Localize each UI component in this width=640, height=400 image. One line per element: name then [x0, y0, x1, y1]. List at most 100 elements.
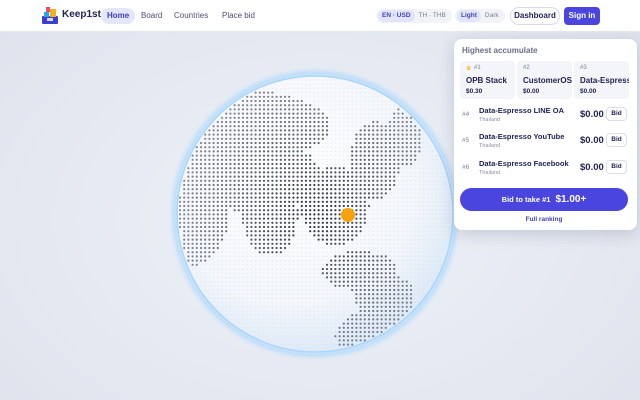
land-dot: [384, 309, 387, 313]
land-dot: [283, 112, 287, 115]
ocean-dot: [288, 327, 290, 329]
land-dot: [355, 263, 358, 266]
ocean-dot: [322, 167, 324, 169]
land-dot: [300, 209, 303, 212]
ocean-dot: [284, 297, 286, 299]
land-dot: [288, 162, 291, 166]
locale-en-usd[interactable]: EN · USD: [378, 10, 415, 22]
land-dot: [292, 196, 295, 199]
land-dot: [309, 133, 312, 136]
land-dot: [241, 150, 245, 153]
ocean-dot: [225, 251, 227, 253]
ocean-dot: [234, 222, 236, 224]
ocean-dot: [397, 255, 399, 257]
sign-in-button[interactable]: Sign in: [564, 7, 600, 25]
ocean-dot: [368, 247, 370, 249]
land-dot: [393, 272, 396, 275]
land-dot: [195, 183, 198, 187]
land-dot: [204, 209, 207, 212]
globe[interactable]: [170, 66, 460, 362]
row-name[interactable]: Data-Espresso YouTube: [479, 132, 564, 141]
nav-board[interactable]: Board: [135, 8, 168, 24]
land-dot: [262, 200, 266, 203]
ocean-dot: [406, 255, 408, 257]
ocean-dot: [204, 276, 206, 278]
land-dot: [363, 314, 366, 317]
logo-icon[interactable]: [40, 5, 60, 25]
ocean-dot: [343, 302, 345, 304]
land-dot: [376, 120, 379, 124]
ocean-dot: [397, 180, 399, 182]
ocean-dot: [330, 129, 332, 131]
land-dot: [376, 263, 379, 266]
ocean-dot: [385, 108, 387, 110]
land-dot: [351, 339, 354, 342]
land-dot: [384, 175, 387, 178]
ocean-dot: [334, 125, 336, 127]
top-card-2[interactable]: #2 CustomerOS $0.00: [517, 61, 572, 99]
full-ranking-link[interactable]: Full ranking: [454, 216, 634, 223]
row-country: Thailand: [479, 170, 501, 176]
land-dot: [367, 146, 371, 149]
land-dot: [359, 255, 362, 258]
ocean-dot: [435, 234, 437, 236]
ocean-dot: [221, 310, 223, 312]
land-dot: [191, 209, 194, 212]
land-dot: [225, 125, 228, 128]
land-dot: [321, 192, 324, 195]
row-bid-button[interactable]: Bid: [606, 107, 627, 121]
ocean-dot: [309, 243, 311, 245]
ocean-dot: [208, 285, 210, 287]
row-bid-button[interactable]: Bid: [606, 160, 627, 174]
ocean-dot: [229, 297, 231, 299]
row-name[interactable]: Data-Espresso LINE OA: [479, 106, 564, 115]
land-dot: [225, 200, 228, 203]
locale-th-thb[interactable]: TH · THB: [415, 10, 450, 22]
ocean-dot: [292, 285, 294, 287]
theme-dark[interactable]: Dark: [481, 10, 503, 22]
theme-light[interactable]: Light: [457, 10, 481, 22]
land-dot: [380, 175, 383, 178]
row-name[interactable]: Data-Espresso Facebook: [479, 159, 569, 168]
ocean-dot: [330, 96, 332, 98]
ocean-dot: [326, 87, 328, 89]
row-country: Thailand: [479, 117, 501, 123]
land-dot: [283, 137, 287, 140]
top-card-1[interactable]: ♛ #1 OPB Stack $0.30: [460, 61, 515, 99]
land-dot: [313, 192, 316, 195]
ocean-dot: [435, 155, 437, 157]
location-dot-icon[interactable]: [341, 208, 355, 222]
ocean-dot: [263, 264, 265, 266]
ocean-dot: [381, 247, 383, 249]
land-dot: [229, 158, 232, 161]
land-dot: [338, 196, 341, 199]
top-card-3[interactable]: #3 Data-Espresso $0.00: [574, 61, 629, 99]
brand-name[interactable]: Keep1st: [62, 9, 101, 20]
land-dot: [204, 251, 207, 254]
ocean-dot: [305, 226, 307, 228]
land-dot: [380, 318, 383, 321]
ocean-dot: [217, 281, 219, 283]
land-dot: [330, 259, 333, 262]
nav-place-bid[interactable]: Place bid: [216, 8, 261, 24]
land-dot: [233, 154, 236, 157]
land-dot: [225, 129, 228, 132]
land-dot: [271, 162, 274, 166]
ocean-dot: [318, 146, 320, 148]
land-dot: [250, 125, 253, 128]
land-dot: [346, 234, 350, 237]
ocean-dot: [435, 176, 437, 178]
land-dot: [212, 196, 215, 199]
dashboard-button[interactable]: Dashboard: [510, 7, 560, 25]
ocean-dot: [334, 327, 336, 329]
bid-to-take-first-button[interactable]: Bid to take #1 $1.00+: [460, 188, 628, 211]
row-bid-button[interactable]: Bid: [606, 133, 627, 147]
ocean-dot: [330, 297, 332, 299]
ocean-dot: [381, 209, 383, 211]
land-dot: [351, 175, 354, 178]
nav-home[interactable]: Home: [101, 8, 136, 24]
land-dot: [258, 133, 261, 136]
ocean-dot: [225, 310, 227, 312]
land-dot: [346, 183, 350, 187]
nav-countries[interactable]: Countries: [168, 8, 214, 24]
